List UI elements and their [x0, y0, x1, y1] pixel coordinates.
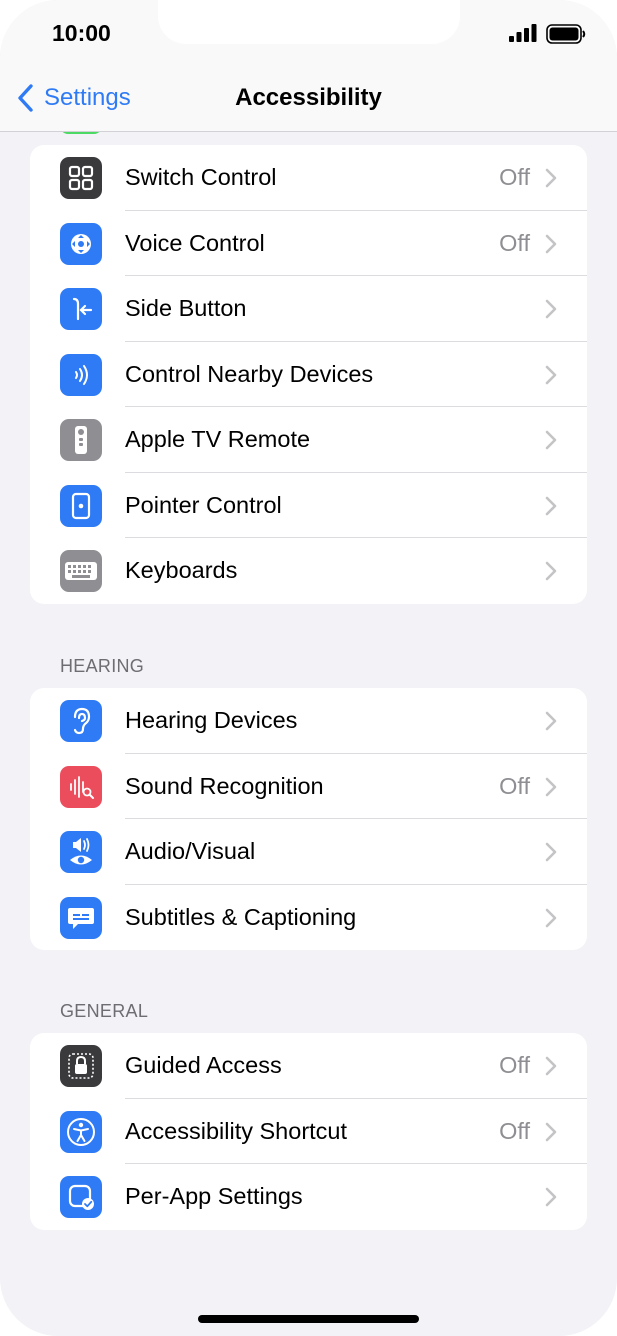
- audio-visual-icon: [60, 831, 102, 873]
- row-label: Pointer Control: [125, 491, 282, 518]
- row-value: Off: [499, 229, 530, 256]
- notch: [158, 0, 460, 44]
- row-sound-recognition[interactable]: Sound Recognition Off: [30, 754, 587, 819]
- row-label: Side Button: [125, 295, 247, 321]
- row-hearing-devices[interactable]: Hearing Devices: [30, 688, 587, 754]
- row-label: Control Nearby Devices: [125, 360, 374, 387]
- row-label: Keyboards: [125, 557, 238, 583]
- chevron-right-icon: [545, 365, 557, 384]
- row-label: Switch Control: [125, 164, 277, 190]
- status-time: 10:00: [52, 20, 111, 46]
- section-header-general: GENERAL: [60, 1001, 149, 1021]
- row-subtitles-captioning[interactable]: Subtitles & Captioning: [30, 885, 587, 951]
- chevron-right-icon: [545, 842, 557, 862]
- row-label: Guided Access: [125, 1052, 282, 1078]
- physical-motor-group: Switch Control Off Voice Control Off Sid…: [30, 145, 587, 604]
- chevron-right-icon: [545, 711, 557, 731]
- row-apple-tv-remote[interactable]: Apple TV Remote: [30, 407, 587, 473]
- row-per-app-settings[interactable]: Per-App Settings: [30, 1164, 587, 1230]
- row-label: Per-App Settings: [125, 1183, 303, 1209]
- per-app-settings-icon: [60, 1176, 102, 1218]
- status-bar: 10:00: [0, 0, 617, 64]
- chevron-right-icon: [545, 1056, 557, 1076]
- tv-remote-icon: [60, 419, 102, 461]
- battery-icon: [546, 24, 586, 44]
- pointer-control-icon: [60, 484, 102, 527]
- chevron-right-icon: [545, 299, 557, 319]
- settings-list: Switch Control Off Voice Control Off Sid…: [0, 0, 617, 1336]
- chevron-right-icon: [545, 496, 557, 515]
- ear-icon: [60, 700, 102, 742]
- row-guided-access[interactable]: Guided Access Off: [30, 1033, 587, 1099]
- row-accessibility-shortcut[interactable]: Accessibility Shortcut Off: [30, 1099, 587, 1164]
- side-button-icon: [60, 288, 102, 330]
- section-header-hearing: HEARING: [60, 656, 145, 676]
- row-value: Off: [499, 164, 530, 190]
- chevron-right-icon: [545, 234, 557, 253]
- chevron-right-icon: [545, 908, 557, 927]
- chevron-right-icon: [545, 777, 557, 796]
- voice-control-icon: [60, 222, 102, 265]
- row-control-nearby-devices[interactable]: Control Nearby Devices: [30, 342, 587, 407]
- page-title: Accessibility: [235, 84, 382, 111]
- row-label: Subtitles & Captioning: [125, 903, 357, 930]
- row-label: Voice Control: [125, 229, 265, 256]
- navigation-bar: Settings Accessibility: [0, 64, 617, 132]
- row-label: Apple TV Remote: [125, 426, 311, 452]
- cellular-signal-icon: [509, 24, 537, 42]
- row-label: Hearing Devices: [125, 707, 298, 733]
- nearby-devices-icon: [60, 353, 102, 396]
- row-side-button[interactable]: Side Button: [30, 276, 587, 342]
- chevron-right-icon: [545, 1122, 557, 1141]
- accessibility-icon: [60, 1110, 102, 1153]
- row-switch-control[interactable]: Switch Control Off: [30, 145, 587, 211]
- general-group: Guided Access Off Accessibility Shortcut…: [30, 1033, 587, 1230]
- home-indicator[interactable]: [198, 1315, 419, 1323]
- row-value: Off: [499, 1117, 530, 1144]
- row-label: Accessibility Shortcut: [125, 1117, 348, 1144]
- chevron-right-icon: [545, 561, 557, 581]
- row-voice-control[interactable]: Voice Control Off: [30, 211, 587, 276]
- row-label: Audio/Visual: [125, 838, 256, 864]
- chevron-right-icon: [545, 1187, 557, 1207]
- row-keyboards[interactable]: Keyboards: [30, 538, 587, 604]
- keyboard-icon: [60, 550, 102, 592]
- guided-access-icon: [60, 1045, 102, 1087]
- sound-recognition-icon: [60, 765, 102, 808]
- row-pointer-control[interactable]: Pointer Control: [30, 473, 587, 538]
- row-value: Off: [499, 1052, 530, 1078]
- row-audio-visual[interactable]: Audio/Visual: [30, 819, 587, 885]
- subtitles-icon: [60, 896, 102, 939]
- row-label: Sound Recognition: [125, 772, 324, 799]
- row-value: Off: [499, 772, 530, 799]
- phone-screen: Switch Control Off Voice Control Off Sid…: [0, 0, 617, 1336]
- chevron-right-icon: [545, 168, 557, 188]
- switch-control-icon: [60, 157, 102, 199]
- chevron-right-icon: [545, 430, 557, 450]
- hearing-group: Hearing Devices Sound Recognition Off Au…: [30, 688, 587, 950]
